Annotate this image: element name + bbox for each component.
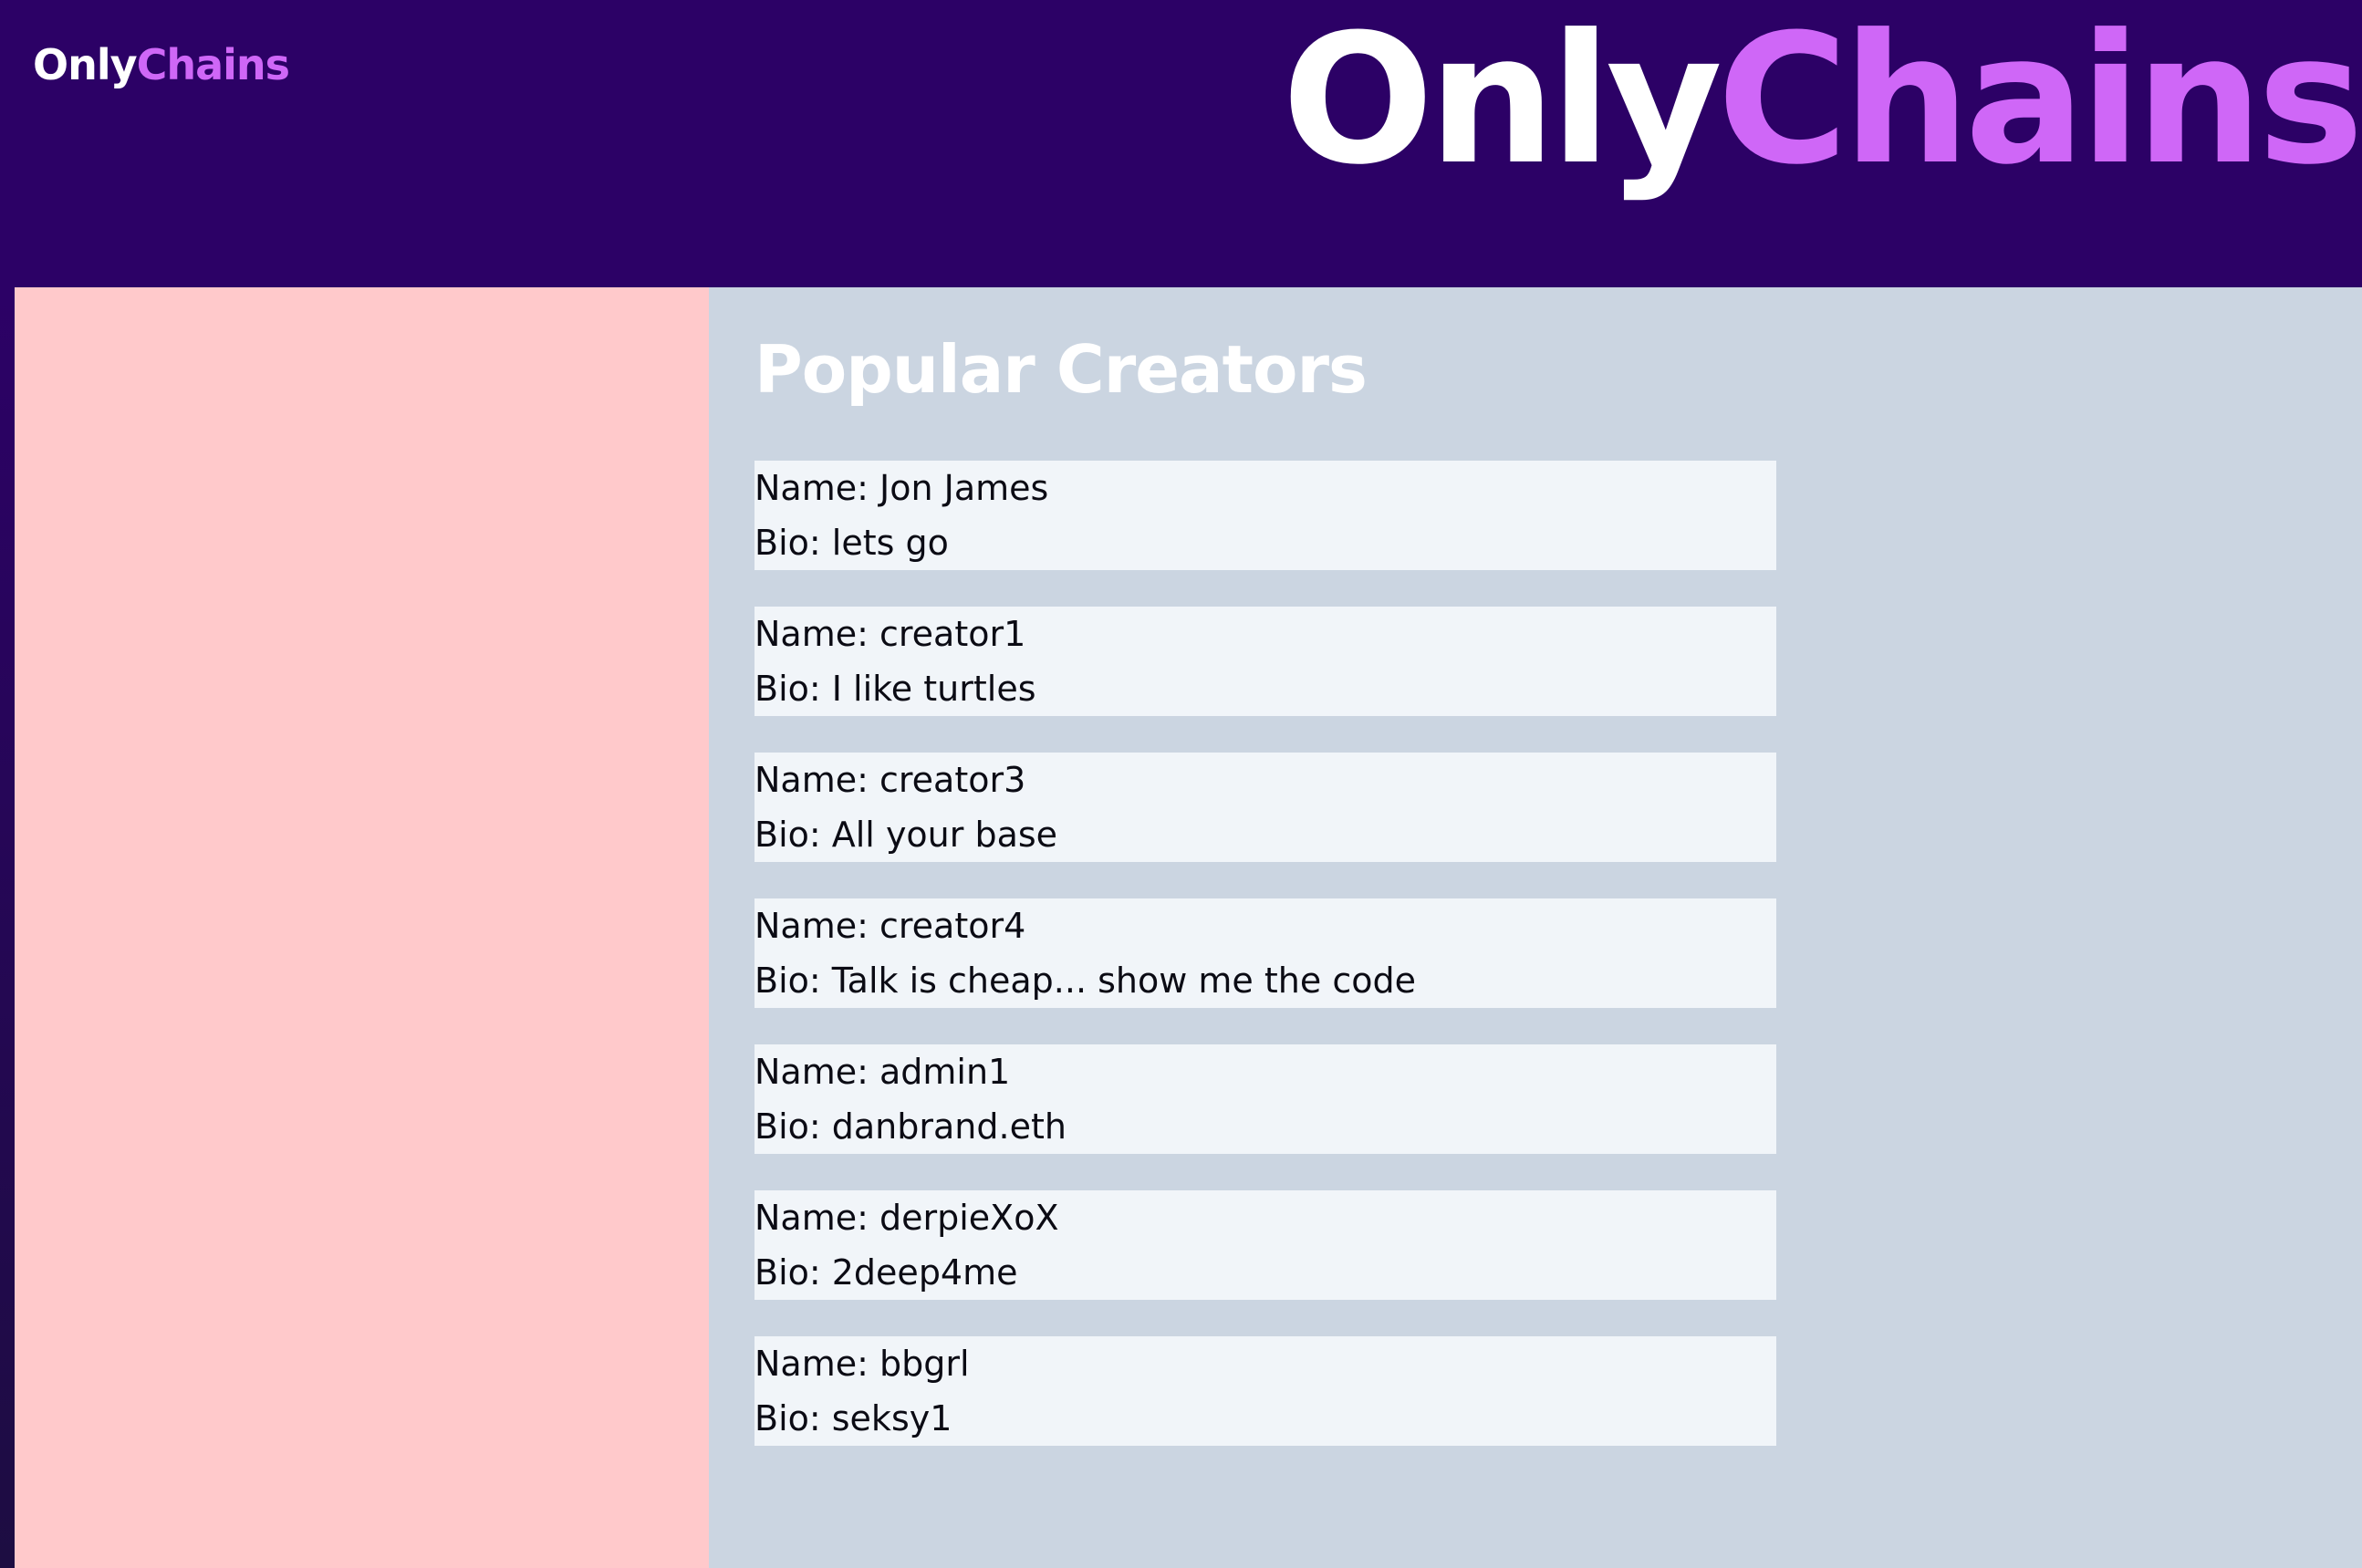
- creator-card[interactable]: Name: derpieXoX Bio: 2deep4me: [754, 1190, 1776, 1300]
- creator-name: Name: bbgrl: [754, 1344, 970, 1384]
- creator-bio: Bio: I like turtles: [754, 669, 1036, 709]
- creator-card[interactable]: Name: creator1 Bio: I like turtles: [754, 607, 1776, 716]
- creator-bio: Bio: lets go: [754, 523, 949, 563]
- logo-text-chains: Chains: [136, 40, 290, 89]
- main-content: Popular Creators Name: Jon James Bio: le…: [709, 287, 2362, 1568]
- creator-name: Name: derpieXoX: [754, 1198, 1059, 1238]
- sidebar: [15, 287, 709, 1568]
- hero-logo: OnlyChains: [1282, 0, 2362, 204]
- creator-card[interactable]: Name: bbgrl Bio: seksy1: [754, 1336, 1776, 1446]
- home-logo-link[interactable]: OnlyChains: [33, 35, 290, 95]
- creator-bio: Bio: 2deep4me: [754, 1252, 1018, 1293]
- hero-logo-text-only: Only: [1282, 0, 1722, 204]
- creator-name: Name: creator4: [754, 906, 1026, 946]
- hero-logo-text-chains: Chains: [1717, 0, 2362, 204]
- creator-bio: Bio: seksy1: [754, 1398, 952, 1438]
- creator-card[interactable]: Name: Jon James Bio: lets go: [754, 461, 1776, 570]
- page-title: Popular Creators: [754, 331, 1368, 408]
- creator-name: Name: admin1: [754, 1052, 1011, 1092]
- creator-card[interactable]: Name: creator4 Bio: Talk is cheap... sho…: [754, 898, 1776, 1008]
- creator-bio: Bio: All your base: [754, 815, 1058, 855]
- creator-bio: Bio: Talk is cheap... show me the code: [754, 961, 1416, 1001]
- left-edge-strip: [0, 287, 15, 1568]
- creator-name: Name: creator1: [754, 614, 1026, 654]
- creator-name: Name: creator3: [754, 760, 1026, 800]
- creator-bio: Bio: danbrand.eth: [754, 1106, 1067, 1147]
- creator-list: Name: Jon James Bio: lets go Name: creat…: [754, 461, 1776, 1482]
- creator-card[interactable]: Name: creator3 Bio: All your base: [754, 753, 1776, 862]
- logo-text-only: Only: [33, 40, 138, 89]
- top-header: OnlyChains OnlyChains: [0, 0, 2362, 287]
- creator-name: Name: Jon James: [754, 468, 1049, 508]
- page: OnlyChains OnlyChains Popular Creators N…: [0, 0, 2362, 1568]
- creator-card[interactable]: Name: admin1 Bio: danbrand.eth: [754, 1044, 1776, 1154]
